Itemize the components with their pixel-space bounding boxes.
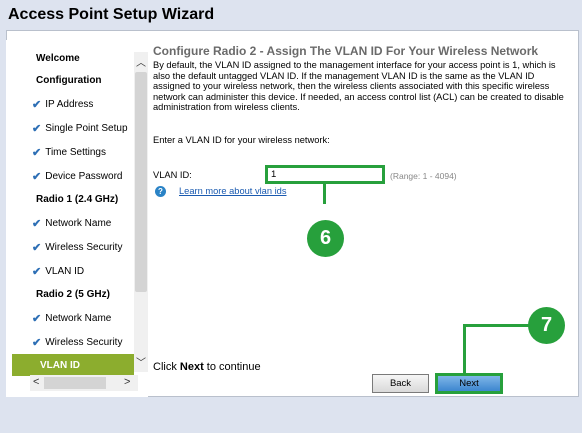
callout-connector: [323, 184, 326, 204]
learn-more-vlan-link[interactable]: Learn more about vlan ids: [179, 186, 287, 196]
check-icon: ✔: [32, 170, 42, 183]
back-button[interactable]: Back: [372, 374, 429, 393]
sidebar-vertical-scrollbar[interactable]: ︿ ﹀: [134, 52, 148, 372]
wizard-footer: [0, 398, 582, 433]
scrollbar-thumb[interactable]: [44, 377, 106, 389]
wizard-sidebar: Welcome Configuration ✔ IP Address ✔ Singl…: [6, 40, 148, 397]
sidebar-item-radio2-network-name[interactable]: ✔ Network Name: [6, 307, 134, 329]
check-icon: ✔: [32, 98, 42, 111]
page-heading: Configure Radio 2 - Assign The VLAN ID F…: [153, 44, 539, 58]
sidebar-item-radio2-wireless-security[interactable]: ✔ Wireless Security: [6, 331, 134, 353]
vlan-id-label: VLAN ID:: [153, 170, 192, 180]
scroll-up-icon[interactable]: ︿: [136, 54, 146, 69]
scroll-right-icon[interactable]: >: [124, 376, 130, 388]
vlan-range-hint: (Range: 1 - 4094): [390, 171, 457, 181]
check-icon: ✔: [32, 122, 42, 135]
sidebar-item-ip-address[interactable]: ✔ IP Address: [6, 93, 134, 115]
check-icon: ✔: [32, 146, 42, 159]
scroll-down-icon[interactable]: ﹀: [136, 354, 146, 369]
sidebar-item-device-password[interactable]: ✔ Device Password: [6, 165, 134, 187]
sidebar-horizontal-scrollbar[interactable]: < >: [30, 375, 138, 391]
check-icon: ✔: [32, 217, 42, 230]
sidebar-item-radio-2[interactable]: Radio 2 (5 GHz): [6, 283, 134, 305]
scrollbar-thumb[interactable]: [135, 72, 147, 292]
sidebar-item-radio-1[interactable]: Radio 1 (2.4 GHz): [6, 188, 134, 210]
sidebar-item-radio1-network-name[interactable]: ✔ Network Name: [6, 212, 134, 234]
check-icon: ✔: [32, 265, 42, 278]
sidebar-item-radio1-vlan-id[interactable]: ✔ VLAN ID: [6, 260, 134, 282]
sidebar-item-welcome[interactable]: Welcome: [6, 47, 134, 69]
sidebar-item-time-settings[interactable]: ✔ Time Settings: [6, 141, 134, 163]
help-icon[interactable]: ?: [155, 186, 166, 197]
wizard-title-bar: Access Point Setup Wizard: [0, 0, 582, 30]
check-icon: ✔: [32, 241, 42, 254]
callout-6-badge: 6: [307, 220, 344, 257]
callout-connector: [463, 324, 530, 327]
callout-7-badge: 7: [528, 307, 565, 344]
callout-connector: [463, 324, 466, 374]
check-icon: ✔: [32, 336, 42, 349]
vlan-id-input[interactable]: 1: [265, 165, 385, 184]
sidebar-item-radio1-wireless-security[interactable]: ✔ Wireless Security: [6, 236, 134, 258]
sidebar-item-single-point-setup[interactable]: ✔ Single Point Setup: [6, 117, 134, 139]
wizard-title: Access Point Setup Wizard: [8, 6, 215, 23]
sidebar-item-configuration[interactable]: Configuration: [6, 69, 134, 91]
scroll-left-icon[interactable]: <: [33, 376, 39, 388]
continue-hint: Click Next to continue: [153, 361, 261, 373]
vlan-prompt: Enter a VLAN ID for your wireless networ…: [153, 135, 330, 145]
next-button[interactable]: Next: [435, 373, 503, 394]
check-icon: ✔: [32, 312, 42, 325]
sidebar-item-radio2-vlan-id-active[interactable]: VLAN ID: [12, 354, 134, 376]
page-description: By default, the VLAN ID assigned to the …: [153, 60, 564, 112]
